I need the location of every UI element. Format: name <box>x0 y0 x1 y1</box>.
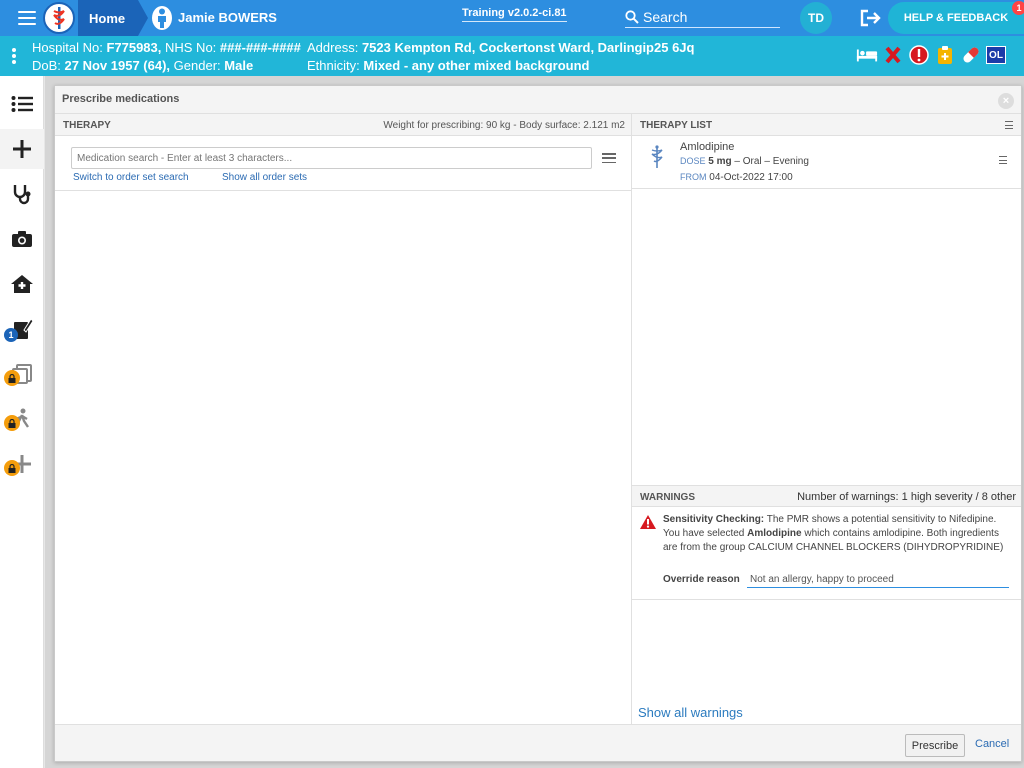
therapy-list-label: THERAPY LIST <box>640 120 713 131</box>
stethoscope-icon[interactable] <box>0 174 44 214</box>
lock-icon <box>4 415 20 431</box>
dialog-footer: Prescribe Cancel <box>55 724 1021 761</box>
therapy-menu-icon[interactable] <box>602 153 616 163</box>
from-value: 04-Oct-2022 17:00 <box>709 172 793 183</box>
prescription-count-badge: 1 <box>4 328 18 342</box>
clipboard-icon[interactable] <box>934 44 956 66</box>
ethnicity-label: Ethnicity: <box>307 58 360 73</box>
left-navigation: 1 <box>0 76 44 768</box>
user-avatar[interactable]: TD <box>800 2 832 34</box>
breadcrumb-arrow <box>138 0 148 36</box>
pill-icon[interactable] <box>960 44 982 66</box>
from-label: FROM <box>680 172 707 182</box>
gender-label: Gender: <box>173 58 221 73</box>
address-label: Address: <box>307 40 359 55</box>
lock-icon <box>4 460 20 476</box>
sensitivity-warning: Sensitivity Checking: The PMR shows a po… <box>632 508 1021 600</box>
override-label: Override reason <box>663 574 740 585</box>
ethnicity-value: Mixed - any other mixed background <box>363 58 590 73</box>
ol-badge[interactable]: OL <box>986 46 1006 64</box>
patient-address: Address: 7523 Kempton Rd, Cockertonst Wa… <box>307 40 694 55</box>
app-logo[interactable] <box>43 2 75 34</box>
divider <box>632 188 1021 189</box>
prescribe-medications-dialog: Prescribe medications × THERAPY Weight f… <box>54 85 1022 762</box>
drug-start: FROM 04-Oct-2022 17:00 <box>680 172 793 183</box>
patient-banner: Hospital No: F775983, NHS No: ###-###-##… <box>0 36 1024 76</box>
list-icon[interactable] <box>0 84 44 124</box>
search-label: Search <box>643 8 688 25</box>
show-all-warnings-link[interactable]: Show all warnings <box>638 705 743 720</box>
drug-name: Amlodipine <box>680 141 735 153</box>
therapy-list-header: THERAPY LIST <box>632 114 1021 136</box>
drug-dose: DOSE 5 mg – Oral – Evening <box>680 156 809 167</box>
warning-title: Sensitivity Checking: <box>663 514 765 525</box>
show-all-order-sets-link[interactable]: Show all order sets <box>222 172 307 183</box>
prescribe-button[interactable]: Prescribe <box>905 734 965 757</box>
order-set-search-link[interactable]: Switch to order set search <box>73 172 189 183</box>
dob-value: 27 Nov 1957 (64), <box>64 58 171 73</box>
help-feedback-button[interactable]: HELP & FEEDBACK <box>888 2 1024 34</box>
warnings-label: WARNINGS <box>640 492 695 503</box>
warning-text: Sensitivity Checking: The PMR shows a po… <box>663 513 1013 555</box>
exclamation-icon[interactable] <box>908 44 930 66</box>
help-notification-badge: 1 <box>1012 1 1024 15</box>
plus-icon[interactable] <box>0 129 44 169</box>
hospital-no-value: F775983, <box>106 40 162 55</box>
close-icon[interactable]: × <box>998 93 1014 109</box>
medication-search-input[interactable] <box>71 147 592 169</box>
dose-label: DOSE <box>680 156 706 166</box>
divider <box>55 190 631 191</box>
weight-info: Weight for prescribing: 90 kg - Body sur… <box>383 120 625 131</box>
logout-icon[interactable] <box>860 9 882 27</box>
home-care-icon[interactable] <box>0 264 44 304</box>
home-button[interactable]: Home <box>78 0 138 36</box>
warnings-header: WARNINGS Number of warnings: 1 high seve… <box>632 485 1021 507</box>
warnings-count: Number of warnings: 1 high severity / 8 … <box>797 491 1016 503</box>
therapy-item-menu-icon[interactable] <box>999 156 1007 164</box>
dose-amount: 5 mg <box>708 156 732 167</box>
patient-ethnicity: Ethnicity: Mixed - any other mixed backg… <box>307 58 589 73</box>
warning-icon <box>639 514 657 535</box>
camera-icon[interactable] <box>0 219 44 259</box>
hospital-no-label: Hospital No: <box>32 40 103 55</box>
global-search[interactable]: Search <box>625 6 780 28</box>
bed-icon[interactable] <box>856 44 878 66</box>
menu-icon[interactable] <box>18 11 36 25</box>
search-icon <box>625 9 639 24</box>
therapy-item[interactable]: Amlodipine DOSE 5 mg – Oral – Evening FR… <box>633 137 1021 187</box>
dialog-header: Prescribe medications × <box>55 86 1021 114</box>
therapy-header: THERAPY Weight for prescribing: 90 kg - … <box>55 114 631 136</box>
warning-drug: Amlodipine <box>747 528 802 539</box>
therapy-list-menu-icon[interactable] <box>1005 121 1013 129</box>
lock-icon <box>4 370 20 386</box>
cross-icon[interactable] <box>882 44 904 66</box>
override-reason-field[interactable]: Not an allergy, happy to proceed <box>747 570 1009 588</box>
patient-ids: Hospital No: F775983, NHS No: ###-###-##… <box>32 40 301 55</box>
gender-value: Male <box>224 58 254 73</box>
dose-detail: – Oral – Evening <box>734 156 809 167</box>
kebab-menu-icon[interactable] <box>12 48 16 64</box>
panel-divider <box>631 114 632 724</box>
nhs-no-value: ###-###-#### <box>219 40 301 55</box>
patient-alert-icons: OL <box>856 44 1006 66</box>
patient-demographics: DoB: 27 Nov 1957 (64), Gender: Male <box>32 58 253 73</box>
person-icon <box>152 6 172 30</box>
address-value: 7523 Kempton Rd, Cockertonst Ward, Darli… <box>361 40 695 55</box>
dialog-title: Prescribe medications <box>62 93 180 105</box>
top-bar: Home Jamie BOWERS Training v2.0.2-ci.81 … <box>0 0 1024 36</box>
dob-label: DoB: <box>32 58 61 73</box>
caduceus-icon <box>648 145 666 174</box>
therapy-label: THERAPY <box>63 120 111 131</box>
cancel-button[interactable]: Cancel <box>975 738 1009 750</box>
version-label: Training v2.0.2-ci.81 <box>462 7 567 22</box>
nhs-no-label: NHS No: <box>165 40 217 55</box>
patient-name[interactable]: Jamie BOWERS <box>178 10 277 25</box>
